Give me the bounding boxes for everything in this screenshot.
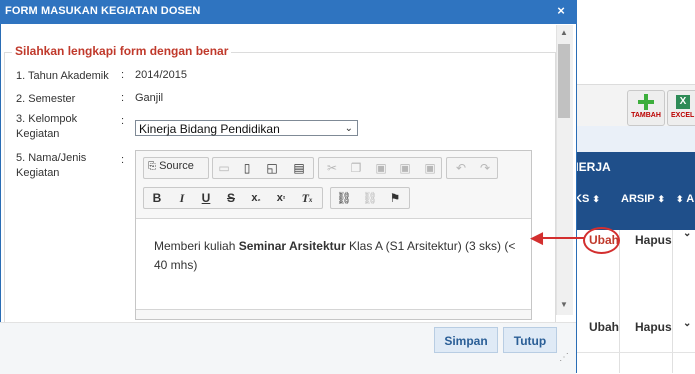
chevron-down-icon: ⌄ [344,123,353,134]
resize-grip-icon[interactable]: ⋰ [559,352,569,363]
tambah-button[interactable]: TAMBAH [627,90,665,126]
nama-kegiatan-label: 5. Nama/Jenis Kegiatan [16,152,87,179]
unlink-icon[interactable]: ⛓ [360,188,380,208]
new-page-icon[interactable]: ▯ [237,158,257,178]
save-icon[interactable]: ▭ [214,158,234,178]
colon: : [121,69,125,81]
paste-icon[interactable]: ▣ [371,158,391,178]
editor-content-text[interactable]: Memberi kuliah Seminar Arsitektur Klas A… [154,237,524,275]
scrollbar-thumb[interactable] [558,44,570,118]
link-icon[interactable]: ⛓ [334,188,354,208]
column-sks[interactable]: KS ⬍ [574,193,600,205]
paste-text-icon[interactable]: ▣ [395,158,415,178]
source-button[interactable]: ⎘ Source [148,160,194,172]
semester-label: 2. Semester [16,93,76,105]
dialog-title: FORM MASUKAN KEGIATAN DOSEN [5,5,201,17]
hapus-link[interactable]: Hapus [635,233,672,247]
annotation-arrowhead: ◀ [530,228,544,247]
excel-label: EXCEL [671,112,695,119]
hapus-link[interactable]: Hapus [635,320,672,334]
ubah-link[interactable]: Ubah [589,320,619,334]
kelompok-kegiatan-select[interactable]: Kinerja Bidang Pendidikan ⌄ [135,120,358,136]
colon: : [121,115,125,127]
copy-icon[interactable]: ❐ [346,158,366,178]
anchor-flag-icon[interactable]: ⚑ [385,188,405,208]
preview-icon[interactable]: ◱ [262,158,282,178]
tahun-akademik-value: 2014/2015 [135,69,187,81]
remove-format-icon[interactable]: Tx [297,188,317,208]
semester-value: Ganjil [135,92,164,104]
source-icon: ⎘ [148,161,156,172]
close-button[interactable]: Tutup [503,327,557,353]
colon: : [121,154,125,166]
undo-icon[interactable]: ↶ [451,158,471,178]
strikethrough-icon[interactable]: S [221,188,241,208]
scroll-up-icon[interactable]: ▲ [558,28,570,40]
row-marker: ⌄ [683,318,692,329]
save-button[interactable]: Simpan [434,327,498,353]
row-marker: ⌄ [683,228,692,239]
column-arsip[interactable]: ARSIP ⬍ [621,193,665,205]
close-icon[interactable]: × [553,3,569,19]
subscript-icon[interactable]: x₂ [246,188,266,208]
column-a[interactable]: ⬍ A [676,193,694,205]
redo-icon[interactable]: ↷ [475,158,495,178]
tambah-label: TAMBAH [631,112,661,119]
colon: : [121,92,125,104]
underline-icon[interactable]: U [196,188,216,208]
form-legend: Silahkan lengkapi form dengan benar [12,44,232,58]
annotation-circle [583,227,620,254]
annotation-arrow [537,237,585,239]
kelompok-kegiatan-label: 3. Kelompok Kegiatan [16,113,78,140]
tahun-akademik-label: 1. Tahun Akademik [16,70,109,82]
italic-icon[interactable]: I [172,188,192,208]
print-icon[interactable]: ▤ [289,158,309,178]
scroll-down-icon[interactable]: ▼ [558,300,570,312]
excel-icon: X [676,95,690,109]
excel-button[interactable]: X EXCEL [667,90,695,126]
superscript-icon[interactable]: x² [271,188,291,208]
paste-word-icon[interactable]: ▣ [420,158,440,178]
cut-icon[interactable]: ✂ [322,158,342,178]
bold-icon[interactable]: B [147,188,167,208]
